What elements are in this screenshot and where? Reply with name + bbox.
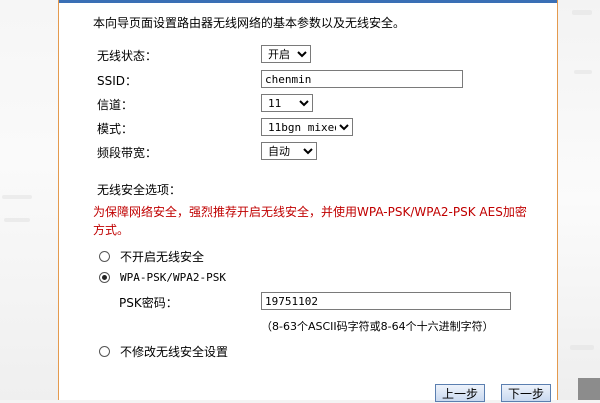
wireless-status-label: 无线状态： bbox=[97, 49, 158, 63]
radio-label: 不开启无线安全 bbox=[120, 250, 205, 264]
intro-text: 本向导页面设置路由器无线网络的基本参数以及无线安全。 bbox=[93, 16, 406, 30]
background-left bbox=[0, 0, 58, 400]
next-button[interactable]: 下一步 bbox=[501, 384, 551, 402]
wizard-dialog: 本向导页面设置路由器无线网络的基本参数以及无线安全。 无线状态： 开启 SSID… bbox=[58, 0, 558, 402]
psk-password-input[interactable] bbox=[261, 292, 511, 310]
prev-button[interactable]: 上一步 bbox=[435, 384, 485, 402]
mode-label: 模式： bbox=[97, 122, 134, 136]
radio-label: WPA-PSK/WPA2-PSK bbox=[120, 271, 226, 284]
security-warning: 为保障网络安全，强烈推荐开启无线安全，并使用WPA-PSK/WPA2-PSK A… bbox=[93, 205, 527, 237]
channel-label: 信道： bbox=[97, 98, 134, 112]
wireless-status-select[interactable]: 开启 bbox=[261, 45, 311, 63]
mode-select[interactable]: 11bgn mixed bbox=[261, 118, 353, 136]
background-smudge bbox=[2, 195, 32, 199]
radio-option-no-security[interactable]: 不开启无线安全 bbox=[99, 248, 204, 265]
scrollbar-corner bbox=[578, 378, 600, 400]
psk-password-hint: （8-63个ASCII码字符或8-64个十六进制字符） bbox=[261, 320, 494, 333]
channel-select[interactable]: 11 bbox=[261, 94, 313, 112]
radio-button-selected[interactable] bbox=[99, 272, 110, 283]
radio-button[interactable] bbox=[99, 346, 110, 357]
background-smudge bbox=[570, 345, 594, 350]
background-smudge bbox=[572, 10, 592, 15]
background-right bbox=[558, 0, 600, 400]
dialog-top-bar bbox=[59, 0, 557, 3]
bandwidth-label: 频段带宽： bbox=[97, 146, 158, 160]
radio-option-wpa-psk[interactable]: WPA-PSK/WPA2-PSK bbox=[99, 271, 226, 284]
security-section-title: 无线安全选项： bbox=[97, 183, 182, 197]
bandwidth-select[interactable]: 自动 bbox=[261, 142, 317, 160]
ssid-input[interactable] bbox=[261, 70, 463, 88]
psk-password-label: PSK密码： bbox=[119, 296, 178, 310]
background-smudge bbox=[574, 70, 592, 74]
radio-button[interactable] bbox=[99, 251, 110, 262]
ssid-label: SSID： bbox=[97, 74, 138, 88]
radio-label: 不修改无线安全设置 bbox=[120, 345, 229, 359]
background-smudge bbox=[4, 218, 30, 222]
radio-option-keep-settings[interactable]: 不修改无线安全设置 bbox=[99, 343, 228, 360]
